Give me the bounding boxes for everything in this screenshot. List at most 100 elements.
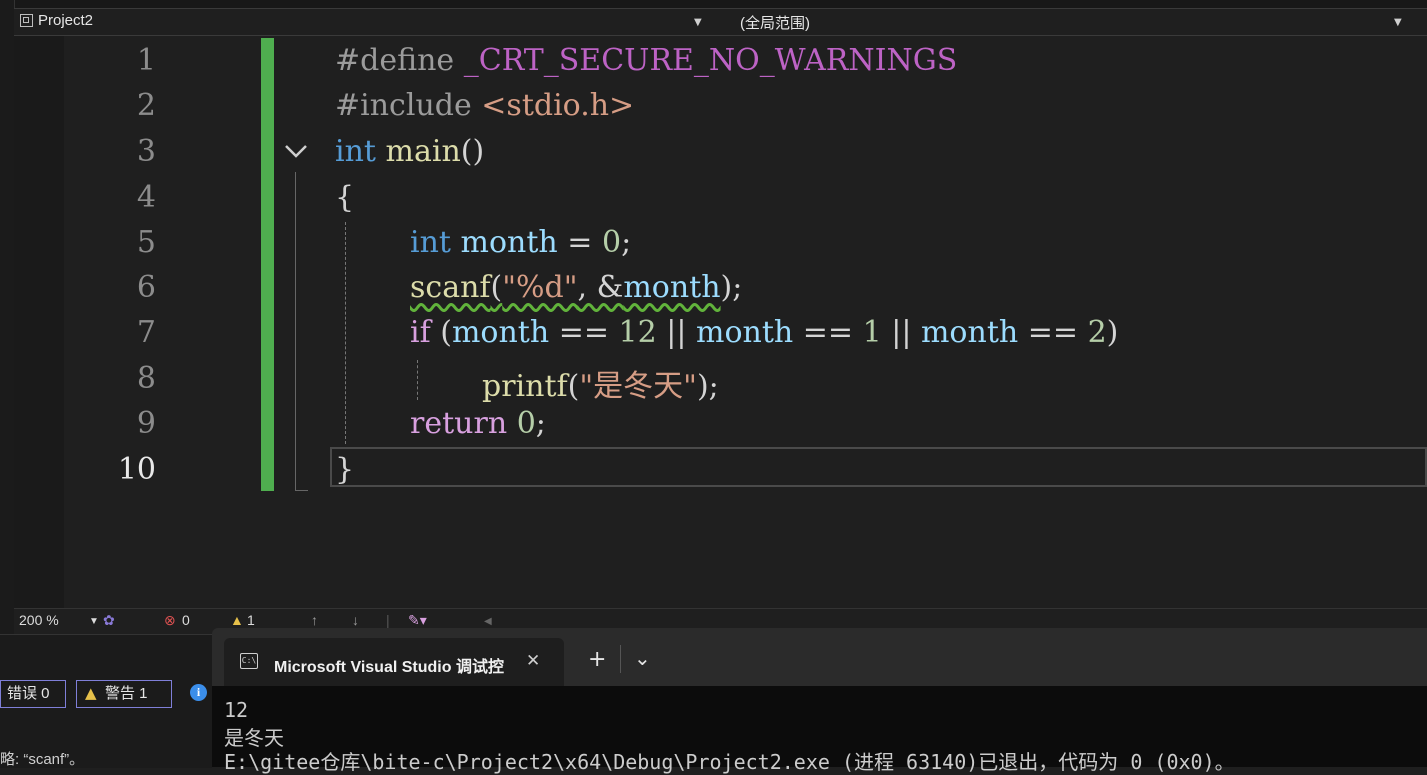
type: int [410,225,451,260]
line-number: 9 [136,406,156,441]
variable: month [451,315,550,350]
semicolon: ; [621,225,632,260]
info-icon[interactable]: i [190,684,207,701]
code-line-1[interactable]: #define _CRT_SECURE_NO_WARNINGS [335,43,957,78]
paren: () [460,134,485,169]
line-number: 3 [136,134,156,169]
include-path: <stdio.h> [481,88,635,123]
macro: _CRT_SECURE_NO_WARNINGS [463,43,958,78]
code-line-8[interactable]: printf("是冬天"); [482,361,719,405]
plus-icon[interactable]: + [588,647,606,672]
paren: ( [430,315,452,350]
brace: { [335,180,355,215]
dropdown-caret-icon[interactable]: ▼ [694,17,702,28]
variable: month [623,270,721,305]
errors-filter-button[interactable]: 错误 0 [0,680,66,708]
code-line-9[interactable]: return 0; [410,406,546,441]
warning-icon[interactable]: ▲ [230,612,244,628]
variable: month [696,315,794,350]
terminal-line: E:\gitee仓库\bite-c\Project2\x64\Debug\Pro… [224,750,1235,774]
scope-dropdown[interactable]: (全局范围) [740,12,810,33]
indent-guide [345,222,346,444]
paren: ); [696,369,719,404]
fold-chevron-icon[interactable] [282,140,310,162]
title-strip [0,0,1427,8]
line-number: 1 [136,43,156,78]
keyword: if [410,315,431,350]
brace: } [335,452,355,487]
function-name: printf [482,369,568,404]
directive: #include [335,88,472,123]
directive: #define [335,43,455,78]
variable: month [460,225,558,260]
code-line-6[interactable]: scanf("%d", &month); [410,270,742,305]
line-number: 4 [136,180,156,215]
line-number: 2 [136,88,156,123]
error-icon[interactable]: ⊗ [164,612,176,629]
paren: ( [490,270,503,305]
navigation-bar: Project2 ▼ (全局范围) ▼ [14,8,1427,36]
operator: = [557,225,602,260]
line-number-current: 10 [117,452,156,487]
dropdown-caret-icon[interactable]: ▼ [89,616,99,627]
brush-icon[interactable]: ✿ [103,612,115,629]
paren: ); [720,270,743,305]
function-name: scanf [410,270,491,305]
keyword: return [410,406,508,441]
code-line-4[interactable]: { [335,180,354,215]
paren: ) [1106,315,1119,350]
number: 0 [516,406,536,441]
chevron-down-icon[interactable]: ⌄ [634,646,651,670]
current-line-highlight [330,447,1427,487]
dropdown-caret-icon[interactable]: ▼ [1394,17,1402,28]
warning-icon: ▲ [85,684,97,702]
line-number: 8 [136,361,156,396]
string: "是冬天" [579,369,697,404]
warning-count: 1 [247,612,255,628]
cleanup-icon[interactable]: ✎▾ [408,612,427,629]
zoom-level[interactable]: 200 % [19,612,59,628]
operator: || [656,315,697,350]
code-line-3[interactable]: int main() [335,134,484,169]
variable: month [920,315,1019,350]
line-number: 5 [136,225,156,260]
up-arrow-icon[interactable]: ↑ [311,612,318,628]
line-number: 7 [136,315,156,350]
fold-guide [295,172,308,491]
semicolon: ; [535,406,546,441]
operator: == [793,315,863,350]
number: 0 [601,225,622,260]
editor-margin [14,36,64,608]
operator: == [1018,315,1088,350]
indent-guide [417,360,418,400]
number: 12 [618,315,657,350]
warnings-label: 警告 1 [105,685,148,702]
separator: | [386,612,390,628]
number: 1 [862,315,882,350]
terminal-line: 12 [224,698,249,722]
console-icon: C:\ [240,653,258,669]
operator: == [549,315,619,350]
error-count: 0 [182,612,190,628]
code-line-5[interactable]: int month = 0; [410,225,631,260]
error-message[interactable]: 略: “scanf”。 [0,748,84,769]
code-line-2[interactable]: #include <stdio.h> [335,88,634,123]
change-tracking-bar [261,38,274,491]
project-icon [20,14,33,27]
project-dropdown[interactable]: Project2 [38,12,93,29]
down-arrow-icon[interactable]: ↓ [352,612,359,628]
type: int [335,134,376,169]
line-number: 6 [136,270,156,305]
function-name: main [385,134,461,169]
string: "%d" [502,270,578,305]
code-line-10[interactable]: } [335,452,354,487]
scroll-left-icon[interactable]: ◀ [484,616,492,627]
punct: , & [577,270,624,305]
tab-separator [620,645,621,673]
paren: ( [567,369,580,404]
number: 2 [1087,315,1107,350]
code-line-7[interactable]: if (month == 12 || month == 1 || month =… [410,315,1118,350]
terminal-tab-title: Microsoft Visual Studio 调试控 [274,659,504,676]
operator: || [881,315,921,350]
close-icon[interactable]: ✕ [526,651,540,671]
